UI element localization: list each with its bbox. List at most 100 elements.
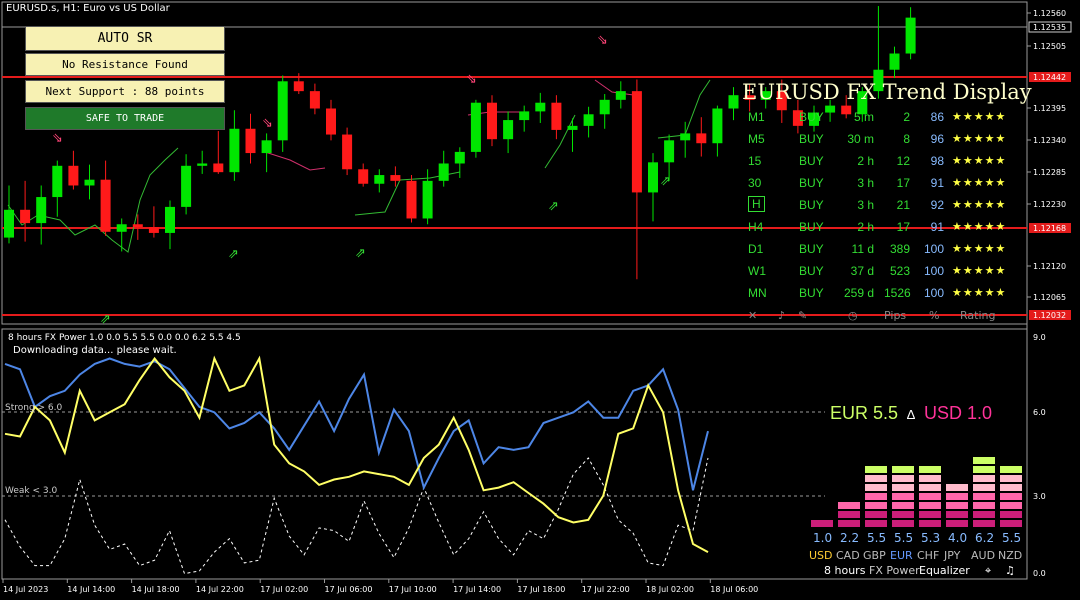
candle-body (245, 128, 256, 154)
price-label: 1.12560 (1033, 9, 1066, 18)
trend-row-30[interactable]: 30 BUY 3 h 17 91 ★★★★★ (742, 173, 1027, 195)
candle-body (551, 102, 562, 130)
equalizer-segment (865, 502, 887, 509)
candle-body (503, 120, 514, 140)
equalizer-segment (838, 520, 860, 527)
trend-row-m1[interactable]: M1 BUY 5 m 2 86 ★★★★★ (742, 107, 1027, 129)
equalizer-segment (1000, 520, 1022, 527)
candle-body (696, 133, 707, 144)
buy-arrow-icon: ⇗ (548, 199, 559, 214)
trend-pips: 17 (896, 176, 910, 190)
candle-body (583, 114, 594, 126)
pips-header: Pips (884, 309, 907, 322)
trend-pips: 2 (903, 110, 910, 124)
candle-body (470, 102, 481, 152)
percent-header: % (929, 309, 940, 322)
currency-gbp[interactable]: GBP (863, 549, 886, 562)
fx-value-nzd: 5.5 (1002, 531, 1022, 545)
resistance-status: No Resistance Found (25, 53, 225, 76)
equalizer-segment (892, 502, 914, 509)
fx-power-footer: 8 hours FX Power Equalizer ⌖ ♫ (809, 564, 1025, 578)
base-strength: EUR 5.5 (830, 403, 899, 423)
time-label: 18 Jul 06:00 (710, 585, 758, 594)
candle-body (197, 163, 208, 166)
trend-duration: 30 m (847, 132, 874, 146)
candle-body (358, 169, 369, 184)
trend-row-h4[interactable]: H4 BUY 2 h 17 91 ★★★★★ (742, 217, 1027, 239)
candle-body (293, 81, 304, 92)
price-label: 1.12505 (1033, 42, 1066, 51)
currency-chf[interactable]: CHF (917, 549, 939, 562)
candle-body (680, 133, 691, 141)
trend-duration: 11 d (851, 242, 874, 256)
candle-body (132, 224, 143, 228)
time-label: 17 Jul 14:00 (453, 585, 501, 594)
fx-power-label[interactable]: FX Power (869, 564, 920, 577)
power-axis-label: 0.0 (1033, 569, 1046, 578)
trend-direction: BUY (799, 220, 824, 234)
trend-percent: 91 (930, 220, 944, 234)
crosshair-icon[interactable]: ⌖ (985, 564, 991, 578)
close-icon[interactable]: ✕ (748, 309, 757, 322)
equalizer-segment (1000, 511, 1022, 518)
trend-footer: ✕ ♪ ✎ ◷ Pips % Rating (742, 309, 1027, 325)
trend-duration: 259 d (843, 286, 874, 300)
pen-icon[interactable]: ✎ (798, 309, 807, 322)
music-icon[interactable]: ♫ (1005, 564, 1015, 577)
equalizer-segment (946, 502, 968, 509)
candle-body (261, 140, 272, 154)
equalizer-segment (973, 502, 995, 509)
candle-body (615, 91, 626, 100)
currency-jpy[interactable]: JPY (944, 549, 960, 562)
currency-aud[interactable]: AUD (971, 549, 995, 562)
fx-power-indicator-title: 8 hours FX Power 1.0 0.0 5.5 5.5 0.0 0.0… (8, 333, 241, 343)
currency-cad[interactable]: CAD (836, 549, 860, 562)
hours-label[interactable]: 8 hours (824, 564, 865, 577)
trend-timeframe: 30 (748, 176, 762, 190)
trend-timeframe: M1 (748, 110, 765, 124)
trend-pips: 389 (889, 242, 910, 256)
candle-body (905, 17, 916, 54)
equalizer-segment (973, 493, 995, 500)
clock-icon[interactable]: ◷ (848, 309, 858, 322)
sell-arrow-icon: ⇘ (597, 33, 608, 48)
time-label: 14 Jul 18:00 (132, 585, 180, 594)
trend-stars: ★★★★★ (952, 199, 1007, 211)
trend-stars: ★★★★★ (952, 265, 1007, 277)
trend-row-m5[interactable]: M5 BUY 30 m 8 96 ★★★★★ (742, 129, 1027, 151)
candle-body (52, 165, 63, 198)
equalizer-segment (892, 484, 914, 491)
trend-direction: BUY (799, 176, 824, 190)
fx-value-usd: 1.0 (813, 531, 833, 545)
equalizer-segment (919, 520, 941, 527)
fx-value-chf: 5.3 (921, 531, 941, 545)
equalizer-segment (1000, 484, 1022, 491)
candle-body (326, 108, 336, 135)
equalizer-segment (892, 493, 914, 500)
trend-row-w1[interactable]: W1 BUY 37 d 523 100 ★★★★★ (742, 261, 1027, 283)
chart-title: EURUSD.s, H1: Euro vs US Dollar (6, 3, 170, 14)
trend-direction: BUY (799, 132, 824, 146)
auto-sr-title[interactable]: AUTO SR (25, 26, 225, 51)
power-axis-label: 6.0 (1033, 408, 1046, 417)
mt4-chart-window: 1.12560 1.12505 1.12395 1.12340 1.12285 1.122… (0, 0, 1080, 600)
trend-direction: BUY (799, 110, 824, 124)
trend-duration: 3 h (857, 198, 874, 212)
time-label: 18 Jul 02:00 (646, 585, 694, 594)
trend-direction: BUY (799, 242, 824, 256)
currency-usd[interactable]: USD (809, 549, 833, 562)
candle-body (36, 197, 47, 224)
equalizer-segment (892, 466, 914, 473)
candle-body (4, 209, 14, 238)
equalizer-label[interactable]: Equalizer (919, 564, 970, 577)
trend-row-d1[interactable]: D1 BUY 11 d 389 100 ★★★★★ (742, 239, 1027, 261)
trend-row-h[interactable]: H BUY 3 h 21 92 ★★★★★ (742, 195, 1027, 217)
fx-value-gbp: 5.5 (867, 531, 887, 545)
trend-row-15[interactable]: 15 BUY 2 h 12 98 ★★★★★ (742, 151, 1027, 173)
currency-nzd[interactable]: NZD (998, 549, 1022, 562)
trend-duration: 3 h (857, 176, 874, 190)
music-icon[interactable]: ♪ (778, 309, 785, 322)
trend-row-mn[interactable]: MN BUY 259 d 1526 100 ★★★★★ (742, 283, 1027, 305)
candle-body (181, 165, 192, 207)
currency-eur[interactable]: EUR (890, 549, 913, 562)
